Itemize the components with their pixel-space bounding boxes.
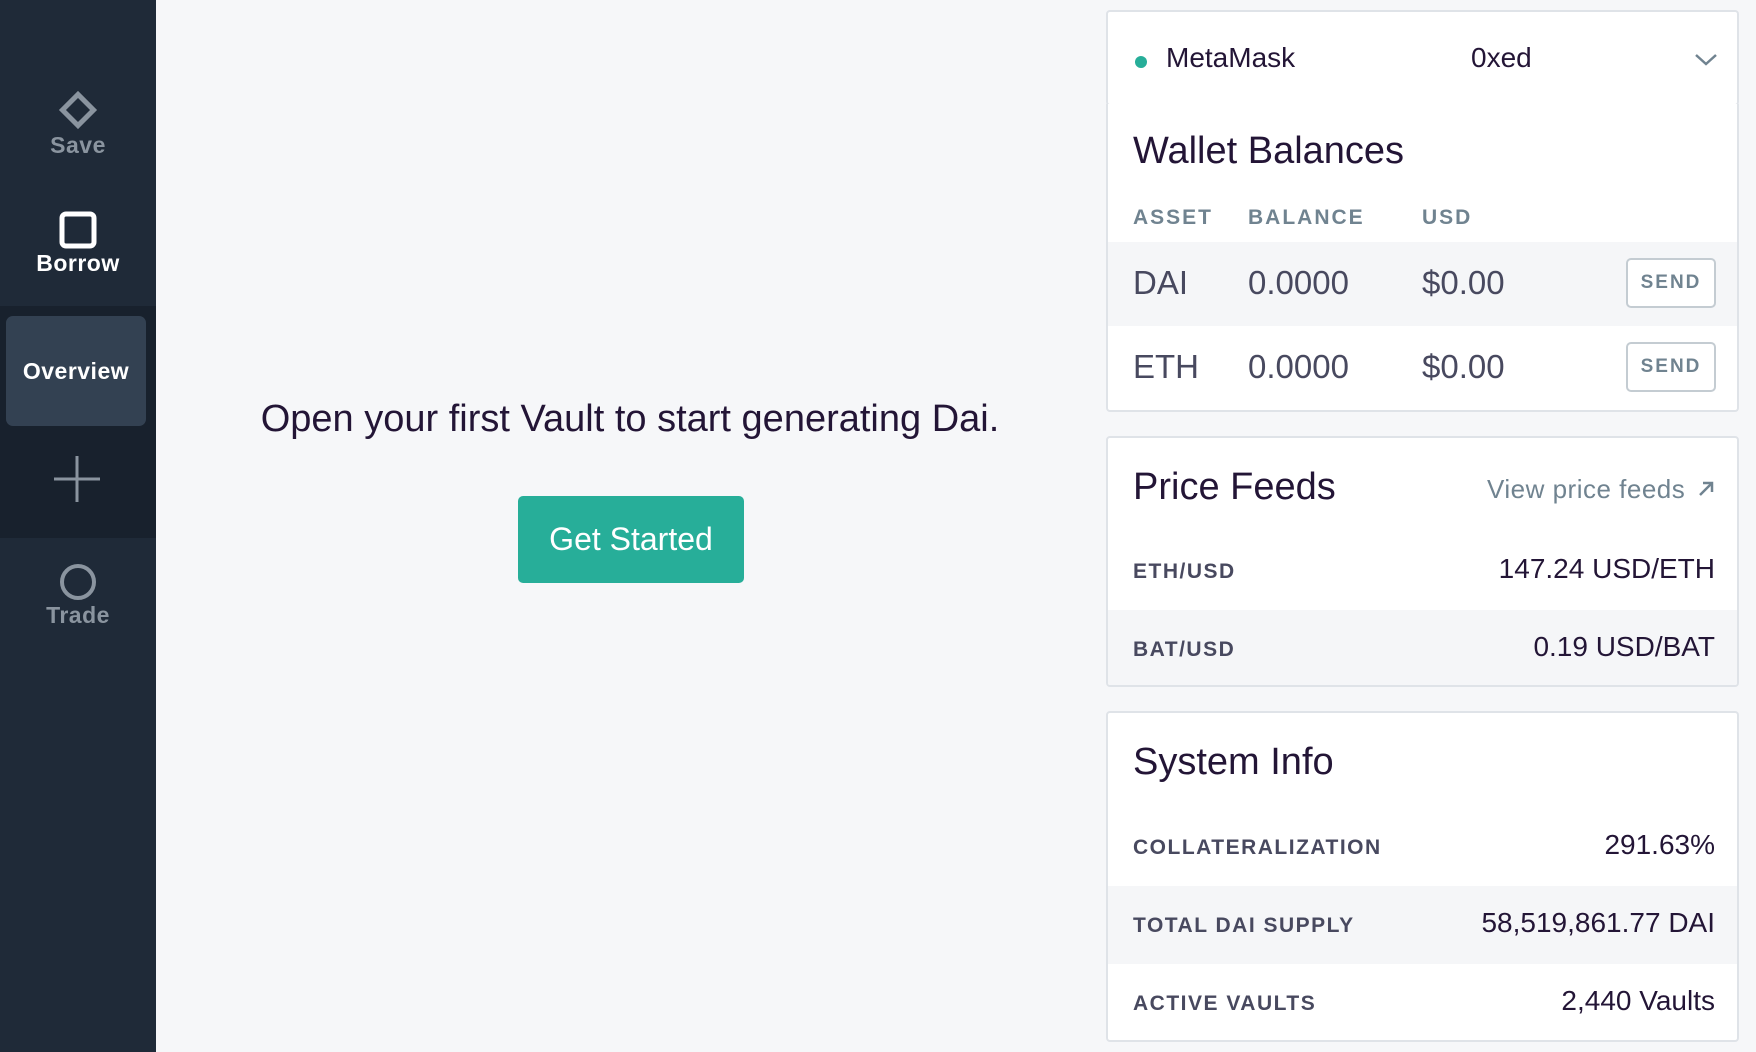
asset-name: DAI bbox=[1133, 264, 1189, 301]
add-vault-button[interactable] bbox=[51, 453, 103, 505]
system-info-row: ACTIVE VAULTS 2,440 Vaults bbox=[1108, 964, 1737, 1040]
square-icon bbox=[59, 211, 97, 249]
nav-trade[interactable]: Trade bbox=[0, 562, 156, 629]
borrow-subnav: Overview bbox=[0, 306, 156, 538]
system-info-row: TOTAL DAI SUPPLY 58,519,861.77 DAI bbox=[1108, 886, 1737, 964]
balance-row: DAI 0.0000 $0.00 SEND bbox=[1108, 242, 1737, 326]
system-info-label: ACTIVE VAULTS bbox=[1133, 992, 1317, 1015]
system-info-label: TOTAL DAI SUPPLY bbox=[1133, 914, 1355, 937]
connected-status-dot bbox=[1135, 56, 1147, 68]
price-feed-row: ETH/USD 147.24 USD/ETH bbox=[1108, 532, 1737, 610]
nav-overview-label: Overview bbox=[22, 357, 130, 384]
system-info-value: 2,440 Vaults bbox=[1561, 985, 1715, 1016]
system-info-value: 58,519,861.77 DAI bbox=[1481, 907, 1715, 938]
send-eth-button[interactable]: SEND bbox=[1626, 342, 1716, 392]
price-feed-pair: BAT/USD bbox=[1133, 638, 1236, 661]
system-info-row: COLLATERALIZATION 291.63% bbox=[1108, 808, 1737, 886]
nav-borrow[interactable]: Borrow bbox=[0, 210, 156, 277]
view-price-feeds-link[interactable]: View price feeds bbox=[1487, 474, 1715, 505]
balance-row: ETH 0.0000 $0.00 SEND bbox=[1108, 326, 1737, 410]
price-feeds-title: Price Feeds bbox=[1133, 466, 1336, 508]
circle-icon bbox=[60, 564, 96, 600]
column-header-usd: USD bbox=[1422, 206, 1473, 229]
asset-balance: 0.0000 bbox=[1248, 264, 1349, 301]
diamond-icon bbox=[58, 90, 98, 130]
nav-save[interactable]: Save bbox=[0, 88, 156, 159]
asset-name: ETH bbox=[1133, 348, 1199, 385]
send-dai-button[interactable]: SEND bbox=[1626, 258, 1716, 308]
asset-balance: 0.0000 bbox=[1248, 348, 1349, 385]
price-feeds-card: Price Feeds View price feeds ETH/USD 147… bbox=[1106, 436, 1739, 687]
view-price-feeds-label: View price feeds bbox=[1486, 474, 1686, 504]
price-feed-value: 147.24 USD/ETH bbox=[1498, 553, 1715, 584]
system-info-card: System Info COLLATERALIZATION 291.63% TO… bbox=[1106, 711, 1739, 1042]
system-info-title: System Info bbox=[1133, 741, 1334, 783]
sidebar: Save Borrow Overview Trade bbox=[0, 0, 156, 1052]
account-selector[interactable]: MetaMask 0xed bbox=[1106, 10, 1739, 106]
chevron-down-icon[interactable] bbox=[1693, 52, 1719, 68]
price-feed-pair: ETH/USD bbox=[1133, 560, 1236, 583]
get-started-button[interactable]: Get Started bbox=[518, 496, 744, 583]
wallet-balances-card: Wallet Balances ASSET BALANCE USD DAI 0.… bbox=[1106, 104, 1739, 412]
wallet-balances-title: Wallet Balances bbox=[1133, 130, 1405, 172]
system-info-label: COLLATERALIZATION bbox=[1133, 836, 1382, 859]
system-info-value: 291.63% bbox=[1604, 829, 1715, 860]
price-feed-row: BAT/USD 0.19 USD/BAT bbox=[1108, 610, 1737, 685]
column-header-asset: ASSET bbox=[1133, 206, 1214, 229]
nav-borrow-label: Borrow bbox=[36, 250, 120, 276]
empty-state-message: Open your first Vault to start generatin… bbox=[260, 398, 1000, 440]
nav-trade-label: Trade bbox=[46, 602, 110, 628]
asset-usd: $0.00 bbox=[1422, 264, 1505, 301]
external-link-icon bbox=[1699, 481, 1714, 496]
column-header-balance: BALANCE bbox=[1248, 206, 1365, 229]
asset-usd: $0.00 bbox=[1422, 348, 1505, 385]
nav-save-label: Save bbox=[50, 132, 106, 158]
plus-icon bbox=[54, 456, 100, 502]
wallet-provider: MetaMask bbox=[1166, 42, 1296, 73]
price-feed-value: 0.19 USD/BAT bbox=[1533, 631, 1715, 662]
nav-overview[interactable]: Overview bbox=[6, 316, 146, 426]
wallet-address: 0xed bbox=[1471, 42, 1532, 73]
